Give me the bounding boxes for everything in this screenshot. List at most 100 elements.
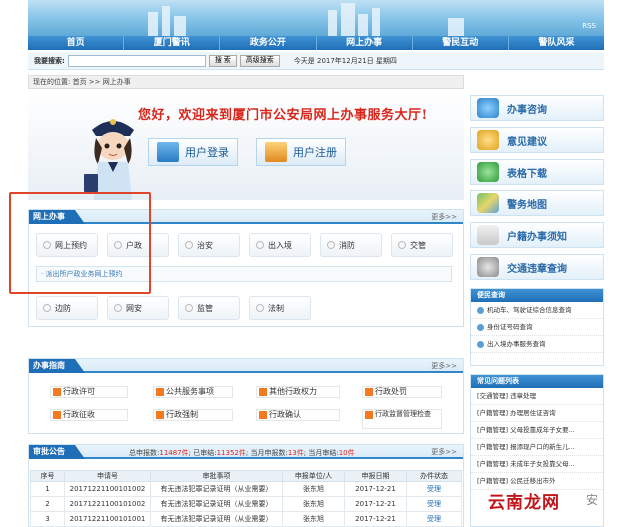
square-icon <box>156 388 164 396</box>
faq-link[interactable]: [交通管理] 违章处理 <box>471 388 603 405</box>
column-header: 序号 <box>30 470 65 482</box>
traffic-violation-button[interactable]: 交通违章查询 <box>470 254 604 280</box>
guide-item[interactable]: 行政许可 <box>50 386 128 398</box>
faq-title: 常见问题列表 <box>471 375 603 388</box>
approval-table: 序号 申请号 审批事项 申报单位/人 申报日期 办件状态 1 201712211… <box>30 470 462 527</box>
table-cell: 张东旭 <box>282 481 345 497</box>
nav-home[interactable]: 首页 <box>28 36 125 50</box>
police-map-button[interactable]: 警务地图 <box>470 190 604 216</box>
column-header: 申报单位/人 <box>282 470 345 482</box>
category-fire[interactable]: 消防 <box>320 233 382 257</box>
form-download-button[interactable]: 表格下载 <box>470 159 604 185</box>
rss-link[interactable]: RSS <box>582 22 596 30</box>
table-cell: 2 <box>30 496 65 512</box>
status-link[interactable]: 受理 <box>406 511 462 527</box>
table-cell: 20171221100101001 <box>64 511 151 527</box>
user-icon <box>265 142 287 162</box>
column-header: 办件状态 <box>406 470 462 482</box>
table-cell: 20171221100101002 <box>64 481 151 497</box>
user-login-label: 用户登录 <box>185 146 229 159</box>
category-traffic[interactable]: 交管 <box>391 233 453 257</box>
convenience-query-title: 便民查询 <box>471 289 603 302</box>
guide-item[interactable]: 其他行政权力 <box>256 386 340 398</box>
id-card-icon <box>477 225 499 245</box>
breadcrumb: 现在的位置: 首页 >> 网上办事 <box>28 75 464 89</box>
category-label: 网安 <box>126 303 142 313</box>
guide-item[interactable]: 行政监督管理检查 <box>362 409 442 429</box>
category-label: 边防 <box>55 303 71 313</box>
user-register-button[interactable]: 用户注册 <box>256 138 346 166</box>
advanced-search-button[interactable]: 高级搜索 <box>239 54 280 67</box>
guide-item[interactable]: 行政确认 <box>256 409 340 421</box>
household-notice-button[interactable]: 户籍办事须知 <box>470 222 604 248</box>
nav-police-style[interactable]: 警队风采 <box>509 36 604 50</box>
status-link[interactable]: 受理 <box>406 481 462 497</box>
suggestion-button[interactable]: 意见建议 <box>470 127 604 153</box>
search-input[interactable] <box>67 54 206 67</box>
guide-item[interactable]: 行政强制 <box>153 409 233 421</box>
download-icon <box>477 162 499 182</box>
envelope-icon <box>477 130 499 150</box>
category-exit-entry[interactable]: 出入境 <box>249 233 311 257</box>
traffic-violation-label: 交通违章查询 <box>507 263 567 275</box>
magnifier-icon <box>477 257 499 277</box>
search-button[interactable]: 搜 索 <box>208 54 237 67</box>
query-link[interactable]: 机动车、驾驶证综合信息查询 <box>471 302 603 319</box>
nav-online-service[interactable]: 网上办事 <box>317 36 413 50</box>
guide-label: 行政强制 <box>166 410 198 419</box>
faq-link[interactable]: [户籍管理] 未成年子女投靠父母... <box>471 456 603 473</box>
monitor-icon <box>157 142 179 162</box>
main-nav: 首页 厦门警讯 政务公开 网上办事 警民互动 警队风采 <box>28 36 604 50</box>
query-link[interactable]: 出入境办事服务查询 <box>471 336 603 353</box>
category-cyber-security[interactable]: 网安 <box>107 296 169 320</box>
category-border[interactable]: 边防 <box>36 296 98 320</box>
circle-icon <box>43 304 51 312</box>
chat-icon <box>477 98 499 118</box>
category-legal[interactable]: 法制 <box>249 296 311 320</box>
query-label: 出入境办事服务查询 <box>487 340 546 348</box>
table-row[interactable]: 3 20171221100101001 有无违法犯罪记录证明（从业需要） 张东旭… <box>30 511 462 527</box>
circle-icon <box>185 241 193 249</box>
date-text: 今天是 2017年12月21日 星期四 <box>293 56 397 65</box>
status-link[interactable]: 受理 <box>406 496 462 512</box>
consult-button[interactable]: 办事咨询 <box>470 95 604 121</box>
guide-label: 行政处罚 <box>375 387 407 396</box>
service-guide-more[interactable]: 更多>> <box>431 361 457 371</box>
table-row[interactable]: 1 20171221100101002 有无违法犯罪记录证明（从业需要） 张东旭… <box>30 481 462 497</box>
table-cell: 张东旭 <box>282 496 345 512</box>
user-login-button[interactable]: 用户登录 <box>148 138 238 166</box>
guide-label: 公共服务事项 <box>166 387 214 396</box>
faq-link[interactable]: [户籍管理] 报添现户口的新生儿... <box>471 439 603 456</box>
watermark-suffix: 安 <box>586 493 599 507</box>
guide-item[interactable]: 行政征收 <box>50 409 128 421</box>
approval-more[interactable]: 更多>> <box>431 447 457 457</box>
guide-item[interactable]: 行政处罚 <box>362 386 442 398</box>
police-map-label: 警务地图 <box>507 199 547 211</box>
category-label: 出入境 <box>268 240 292 250</box>
consult-label: 办事咨询 <box>507 104 547 116</box>
online-service-more[interactable]: 更多>> <box>431 212 457 222</box>
category-supervision[interactable]: 监管 <box>178 296 240 320</box>
square-icon <box>365 388 373 396</box>
id-icon <box>477 323 484 331</box>
faq-link[interactable]: [户籍管理] 办理居住证咨询 <box>471 405 603 422</box>
suggestion-label: 意见建议 <box>507 136 547 148</box>
circle-icon <box>256 241 264 249</box>
nav-news[interactable]: 厦门警讯 <box>124 36 221 50</box>
query-label: 机动车、驾驶证综合信息查询 <box>487 306 572 314</box>
nav-interaction[interactable]: 警民互动 <box>413 36 509 50</box>
query-link[interactable]: 身份证号码查询 <box>471 319 603 336</box>
guide-item[interactable]: 公共服务事项 <box>153 386 233 398</box>
map-icon <box>477 193 499 213</box>
table-row[interactable]: 2 20171221100101002 有无违法犯罪记录证明（从业需要） 张东旭… <box>30 496 462 512</box>
category-public-security[interactable]: 治安 <box>178 233 240 257</box>
guide-label: 行政监督管理检查 <box>375 410 431 418</box>
user-register-label: 用户注册 <box>293 146 337 159</box>
category-label: 监管 <box>197 303 213 313</box>
circle-icon <box>114 304 122 312</box>
welcome-title: 您好，欢迎来到厦门市公安局网上办事服务大厅! <box>138 108 428 123</box>
column-header: 申请号 <box>64 470 151 482</box>
nav-gov-affairs[interactable]: 政务公开 <box>220 36 317 50</box>
table-cell: 有无违法犯罪记录证明（从业需要） <box>150 496 283 512</box>
faq-link[interactable]: [户籍管理] 父母投靠成年子女要... <box>471 422 603 439</box>
